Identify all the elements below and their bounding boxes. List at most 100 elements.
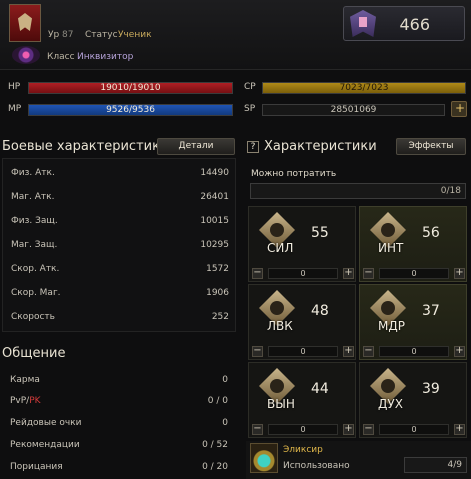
class-eye-icon: [12, 46, 40, 64]
attr-label: ИНТ: [378, 241, 404, 255]
decrease-button[interactable]: −: [363, 424, 374, 435]
increment-value: 0: [268, 346, 338, 357]
social-label: Рейдовые очки: [10, 418, 82, 428]
level-label: Ур: [48, 30, 60, 40]
hp-value: 19010/19010: [100, 83, 161, 93]
stat-label: Физ. Атк.: [11, 168, 55, 178]
decrease-button[interactable]: −: [252, 268, 263, 279]
level-value: 87: [62, 30, 74, 40]
social-row: Рекомендации 0 / 52: [2, 435, 236, 455]
elixir-used-value: 4/9: [447, 460, 462, 470]
stat-value: 1906: [206, 288, 229, 298]
attr-card-str[interactable]: СИЛ 55 − 0 +: [248, 206, 356, 282]
attr-value: 56: [422, 225, 440, 241]
stat-label: Скор. Маг.: [11, 288, 61, 298]
attr-value: 48: [311, 303, 329, 319]
attr-card-con[interactable]: ВЫН 44 − 0 +: [248, 362, 356, 438]
combat-stats-title: Боевые характеристики: [2, 139, 169, 154]
help-icon[interactable]: ?: [247, 141, 259, 153]
attr-card-wit[interactable]: МДР 37 − 0 +: [359, 284, 467, 360]
effects-button[interactable]: Эффекты: [396, 138, 466, 155]
attr-label: ДУХ: [378, 397, 403, 411]
attr-card-men[interactable]: ДУХ 39 − 0 +: [359, 362, 467, 438]
combat-row: Физ. Атк. 14490: [3, 163, 237, 183]
cp-bar: 7023/7023: [262, 82, 466, 94]
social-title: Общение: [2, 346, 66, 361]
stat-value: 10295: [200, 240, 229, 250]
sp-value: 28501069: [330, 105, 377, 115]
hp-bar: 19010/19010: [28, 82, 233, 94]
stat-value: 1572: [206, 264, 229, 274]
combat-row: Физ. Защ. 10015: [3, 211, 237, 231]
combat-row: Скор. Маг. 1906: [3, 283, 237, 303]
combat-stats-list: Физ. Атк. 14490 Маг. Атк. 26401 Физ. Защ. 1…: [2, 158, 236, 332]
attr-label: ЛВК: [267, 319, 293, 333]
sp-label: SP: [244, 104, 256, 114]
combat-row: Скор. Атк. 1572: [3, 259, 237, 279]
attr-controls: − 0 +: [252, 346, 354, 358]
details-button[interactable]: Детали: [157, 138, 235, 155]
class-label: Класс: [47, 52, 75, 62]
decrease-button[interactable]: −: [252, 424, 263, 435]
rank-emblem-icon: [350, 10, 376, 37]
elixir-used-label: Использовано: [283, 461, 350, 471]
stat-value: 14490: [200, 168, 229, 178]
class-value: Инквизитор: [77, 52, 134, 62]
hp-label: HP: [8, 82, 21, 92]
stat-value: 252: [211, 312, 229, 322]
stat-label: Маг. Защ.: [11, 240, 58, 250]
increase-button[interactable]: +: [343, 424, 354, 435]
pvp-text: PvP/: [10, 396, 30, 406]
increment-value: 0: [379, 346, 449, 357]
attributes-title: Характеристики: [264, 139, 377, 154]
increment-value: 0: [379, 268, 449, 279]
attr-label: МДР: [378, 319, 405, 333]
attr-value: 37: [422, 303, 440, 319]
stat-value: 26401: [200, 192, 229, 202]
spend-label: Можно потратить: [251, 169, 337, 179]
increase-button[interactable]: +: [454, 268, 465, 279]
social-label: Порицания: [10, 462, 63, 472]
increase-button[interactable]: +: [343, 346, 354, 357]
elixir-used-field: 4/9: [404, 457, 467, 473]
combat-row: Маг. Атк. 26401: [3, 187, 237, 207]
sp-add-button[interactable]: [451, 101, 467, 117]
increase-button[interactable]: +: [343, 268, 354, 279]
social-value: 0 / 20: [202, 462, 228, 472]
increase-button[interactable]: +: [454, 424, 465, 435]
cp-value: 7023/7023: [339, 83, 389, 93]
mp-bar: 9526/9536: [28, 104, 233, 116]
stat-label: Маг. Атк.: [11, 192, 55, 202]
increment-value: 0: [268, 424, 338, 435]
decrease-button[interactable]: −: [363, 268, 374, 279]
elixir-icon[interactable]: [250, 443, 278, 473]
increase-button[interactable]: +: [454, 346, 465, 357]
decrease-button[interactable]: −: [363, 346, 374, 357]
attr-controls: − 0 +: [252, 424, 354, 436]
stat-label: Скорость: [11, 312, 55, 322]
attr-card-int[interactable]: ИНТ 56 − 0 +: [359, 206, 467, 282]
clan-crest-icon: [9, 4, 41, 42]
attr-card-dex[interactable]: ЛВК 48 − 0 +: [248, 284, 356, 360]
sp-bar: 28501069: [262, 104, 445, 116]
social-value: 0: [222, 375, 228, 385]
decrease-button[interactable]: −: [252, 346, 263, 357]
social-value: 0 / 0: [207, 396, 228, 406]
increment-value: 0: [379, 424, 449, 435]
mp-value: 9526/9536: [106, 105, 155, 115]
attr-controls: − 0 +: [363, 268, 465, 280]
mp-label: MP: [8, 104, 22, 114]
social-value: 0: [222, 418, 228, 428]
elixir-panel: Эликсир Использовано 4/9: [246, 441, 471, 479]
attr-value: 55: [311, 225, 329, 241]
rank-badge[interactable]: 466: [343, 6, 465, 41]
attr-label: ВЫН: [267, 397, 295, 411]
attr-label: СИЛ: [267, 241, 294, 255]
character-header: Ур 87 Статус Ученик Класс Инквизитор 466: [0, 0, 471, 70]
pvp-label: PvP/PK: [10, 396, 41, 406]
increment-value: 0: [268, 268, 338, 279]
social-row: PvP/PK 0 / 0: [2, 391, 236, 411]
combat-row: Маг. Защ. 10295: [3, 235, 237, 255]
social-label: Карма: [10, 375, 40, 385]
social-row: Карма 0: [2, 370, 236, 390]
